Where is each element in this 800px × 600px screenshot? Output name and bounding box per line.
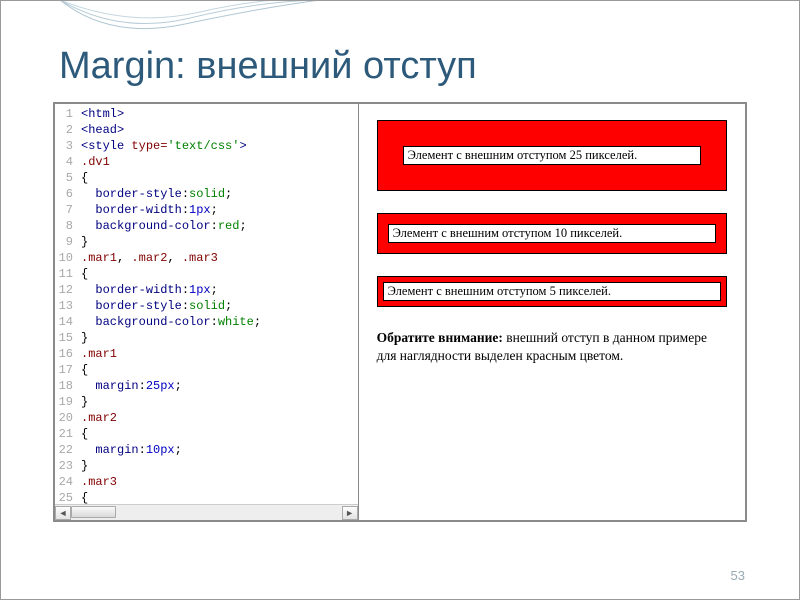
line-number-gutter: 1234567891011121314151617181920212223242…	[55, 104, 77, 504]
scroll-thumb[interactable]	[71, 506, 116, 518]
outer-box-25: Элемент с внешним отступом 25 пикселей.	[377, 120, 727, 191]
scroll-right-arrow[interactable]: ►	[342, 506, 358, 520]
outer-box-10: Элемент с внешним отступом 10 пикселей.	[377, 213, 727, 254]
scroll-track[interactable]	[71, 506, 342, 520]
page-number: 53	[731, 568, 745, 583]
horizontal-scrollbar[interactable]: ◄ ►	[55, 504, 358, 520]
slide-title: Margin: внешний отступ	[1, 1, 799, 102]
inner-box-5: Элемент с внешним отступом 5 пикселей.	[383, 282, 721, 301]
code-editor-pane: 1234567891011121314151617181920212223242…	[55, 104, 359, 520]
slide: Margin: внешний отступ 12345678910111213…	[0, 0, 800, 600]
inner-box-10: Элемент с внешним отступом 10 пикселей.	[388, 224, 716, 243]
outer-box-5: Элемент с внешним отступом 5 пикселей.	[377, 276, 727, 307]
inner-box-25: Элемент с внешним отступом 25 пикселей.	[403, 146, 701, 165]
rendered-preview-pane: Элемент с внешним отступом 25 пикселей. …	[359, 104, 745, 520]
scroll-left-arrow[interactable]: ◄	[55, 506, 71, 520]
note-paragraph: Обратите внимание: внешний отступ в данн…	[377, 329, 727, 365]
note-bold: Обратите внимание:	[377, 330, 503, 345]
code-text: <html><head><style type='text/css'>.dv1{…	[77, 104, 358, 504]
demo-frame: 1234567891011121314151617181920212223242…	[53, 102, 747, 522]
